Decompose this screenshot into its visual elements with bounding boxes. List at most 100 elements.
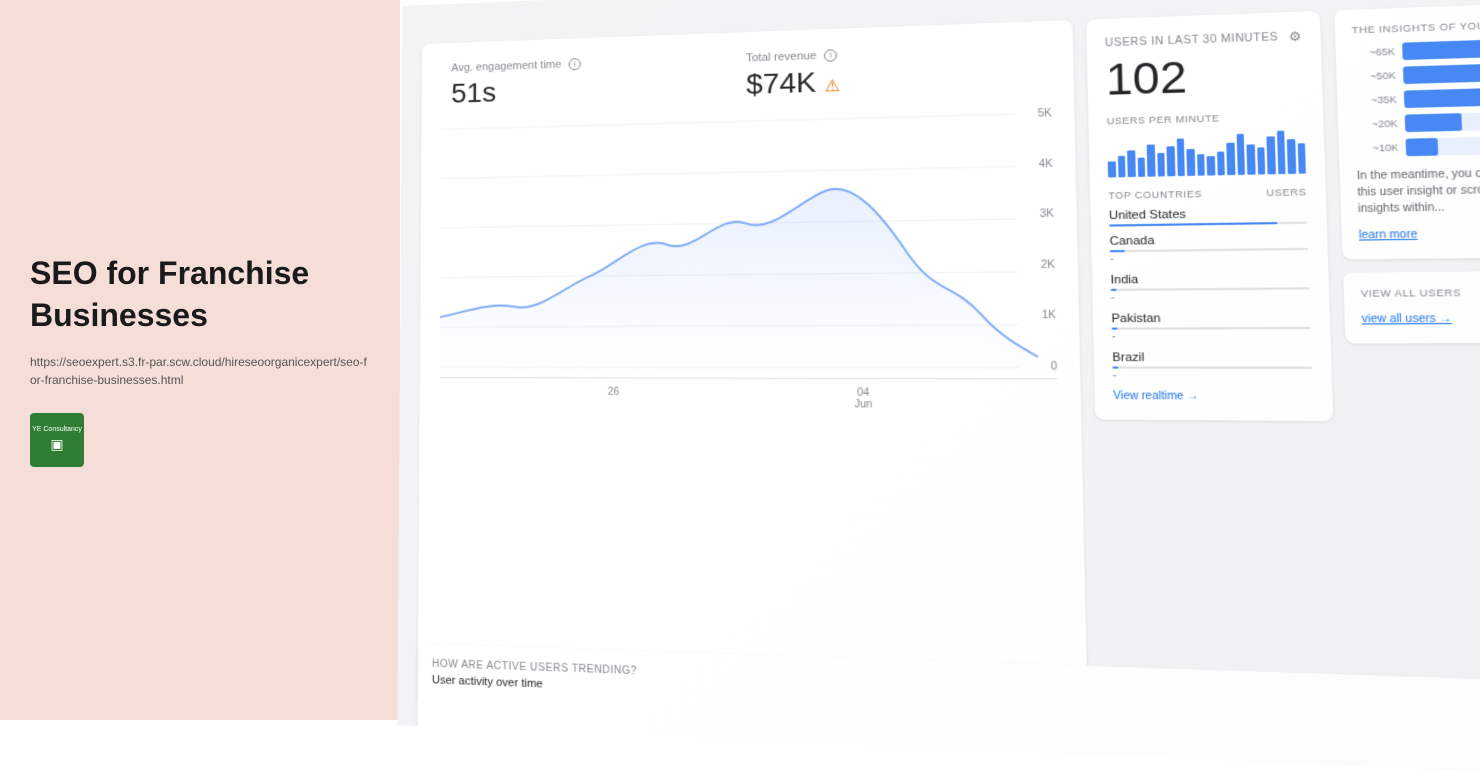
country-name: United States bbox=[1109, 206, 1308, 222]
mini-bar bbox=[1127, 150, 1135, 177]
left-panel: SEO for Franchise Businesses https://seo… bbox=[0, 0, 400, 720]
h-bar-fill bbox=[1403, 63, 1480, 84]
top-countries-label: TOP COUNTRIES bbox=[1108, 189, 1202, 201]
mini-bar bbox=[1216, 152, 1224, 176]
engagement-info-icon[interactable]: i bbox=[569, 58, 581, 70]
insights-panel: THE INSIGHTS OF YOUR WEBSITE ~65K ~50K ~… bbox=[1334, 1, 1480, 259]
country-count: - bbox=[1113, 370, 1313, 382]
mini-bar bbox=[1297, 143, 1306, 174]
h-bar-track bbox=[1402, 37, 1480, 60]
h-bar-fill bbox=[1406, 138, 1439, 156]
h-bar-row: ~35K bbox=[1354, 86, 1480, 109]
h-bar-row: ~10K bbox=[1356, 135, 1480, 157]
h-bar-row: ~20K bbox=[1355, 110, 1480, 133]
view-all-users-panel: VIEW ALL USERS view all users → bbox=[1343, 270, 1480, 343]
mini-bar bbox=[1226, 143, 1235, 175]
top-countries-header: TOP COUNTRIES USERS bbox=[1108, 187, 1306, 201]
h-bar-track bbox=[1405, 110, 1480, 132]
users-count: 102 bbox=[1105, 48, 1303, 105]
mini-bar bbox=[1236, 134, 1245, 175]
revenue-info-icon[interactable]: i bbox=[824, 49, 837, 62]
countries-list: United States Canada - India - Pakistan … bbox=[1109, 206, 1313, 382]
country-row: Canada - bbox=[1109, 232, 1308, 265]
country-bar-container bbox=[1109, 222, 1307, 227]
chart-x-labels: 26 04Jun bbox=[440, 386, 1059, 412]
country-row: United States bbox=[1109, 206, 1308, 226]
mini-bar bbox=[1257, 147, 1266, 174]
h-bar-label: ~10K bbox=[1356, 142, 1399, 154]
page-title: SEO for Franchise Businesses bbox=[30, 253, 370, 336]
h-bar-label: ~35K bbox=[1354, 94, 1397, 106]
revenue-metric: Total revenue i $74K ⚠ bbox=[735, 42, 1051, 102]
country-name: India bbox=[1110, 272, 1309, 287]
h-bar-track bbox=[1403, 62, 1480, 84]
country-row: Brazil - bbox=[1112, 351, 1312, 382]
mini-bar-chart bbox=[1107, 130, 1306, 177]
mini-bar bbox=[1108, 161, 1116, 177]
engagement-metric: Avg. engagement time i 51s bbox=[441, 53, 736, 110]
users-panel: USERS IN LAST 30 MINUTES ⚙ 102 USERS PER… bbox=[1086, 11, 1333, 421]
h-bar-label: ~20K bbox=[1355, 118, 1398, 130]
users-title: USERS IN LAST 30 MINUTES bbox=[1105, 31, 1279, 49]
country-bar bbox=[1113, 366, 1119, 368]
h-bar-label: ~50K bbox=[1353, 70, 1396, 82]
insights-learn-more-link[interactable]: learn more bbox=[1359, 229, 1418, 242]
country-bar bbox=[1110, 250, 1126, 252]
users-per-minute-label: USERS PER MINUTE bbox=[1107, 111, 1305, 127]
h-bar-label: ~65K bbox=[1352, 46, 1395, 58]
line-chart-svg bbox=[440, 103, 1058, 379]
mini-bar bbox=[1176, 138, 1185, 176]
chart-header: Avg. engagement time i 51s Total revenue… bbox=[441, 42, 1051, 110]
chart-area: 5K 4K 3K 2K 1K 0 bbox=[440, 103, 1058, 380]
mini-bar bbox=[1287, 139, 1296, 174]
warning-icon: ⚠ bbox=[824, 78, 840, 96]
h-bar-row: ~65K bbox=[1352, 37, 1480, 61]
y-label-5k: 5K bbox=[1038, 108, 1052, 120]
users-header: USERS IN LAST 30 MINUTES ⚙ bbox=[1105, 29, 1302, 51]
engagement-value: 51s bbox=[451, 69, 725, 109]
users-col-label: USERS bbox=[1266, 187, 1307, 199]
country-count: - bbox=[1110, 251, 1309, 265]
h-bar-track bbox=[1404, 86, 1480, 108]
mini-bar bbox=[1276, 131, 1285, 174]
page-url: https://seoexpert.s3.fr-par.scw.cloud/hi… bbox=[30, 353, 370, 389]
view-all-users-title: VIEW ALL USERS bbox=[1361, 286, 1480, 299]
country-bar bbox=[1111, 289, 1117, 291]
users-settings-icon[interactable]: ⚙ bbox=[1288, 29, 1301, 44]
right-side-panels: THE INSIGHTS OF YOUR WEBSITE ~65K ~50K ~… bbox=[1334, 1, 1480, 753]
mini-bar bbox=[1207, 156, 1215, 176]
y-label-3k: 3K bbox=[1040, 208, 1054, 220]
mini-bar bbox=[1166, 146, 1174, 176]
country-row: India - bbox=[1110, 272, 1310, 304]
country-bar-container bbox=[1113, 366, 1313, 368]
country-count: - bbox=[1112, 330, 1312, 343]
mini-bar bbox=[1117, 156, 1125, 177]
country-name: Canada bbox=[1109, 232, 1308, 248]
mini-bar bbox=[1197, 154, 1205, 176]
x-label-04jun: 04Jun bbox=[854, 387, 872, 410]
country-name: Pakistan bbox=[1111, 311, 1310, 325]
country-bar bbox=[1112, 328, 1118, 330]
view-all-users-link[interactable]: view all users → bbox=[1362, 313, 1452, 326]
country-count: - bbox=[1111, 291, 1310, 304]
y-label-1k: 1K bbox=[1042, 310, 1056, 322]
h-bar-track bbox=[1406, 135, 1480, 156]
revenue-value: $74K ⚠ bbox=[746, 59, 1040, 101]
insights-title: THE INSIGHTS OF YOUR WEBSITE bbox=[1352, 17, 1480, 35]
mini-bar bbox=[1147, 145, 1155, 177]
analytics-panel: Avg. engagement time i 51s Total revenue… bbox=[397, 0, 1480, 778]
h-bar-fill bbox=[1404, 88, 1480, 108]
h-bar-fill bbox=[1402, 38, 1480, 61]
mini-bar bbox=[1137, 158, 1145, 177]
logo-badge: YE Consultancy ▣ bbox=[30, 413, 84, 467]
y-label-0: 0 bbox=[1043, 361, 1057, 373]
view-realtime-link[interactable]: View realtime → bbox=[1113, 390, 1313, 403]
h-bar-fill bbox=[1405, 113, 1462, 132]
x-label-26: 26 bbox=[608, 387, 620, 410]
h-bar-row: ~50K bbox=[1353, 62, 1480, 86]
insights-description: In the meantime, you can check out this … bbox=[1357, 164, 1480, 218]
country-row: Pakistan - bbox=[1111, 311, 1311, 342]
logo-text: YE Consultancy bbox=[32, 426, 82, 434]
mini-bar bbox=[1186, 149, 1194, 176]
horizontal-bar-chart: ~65K ~50K ~35K ~20K ~10K bbox=[1352, 37, 1480, 157]
